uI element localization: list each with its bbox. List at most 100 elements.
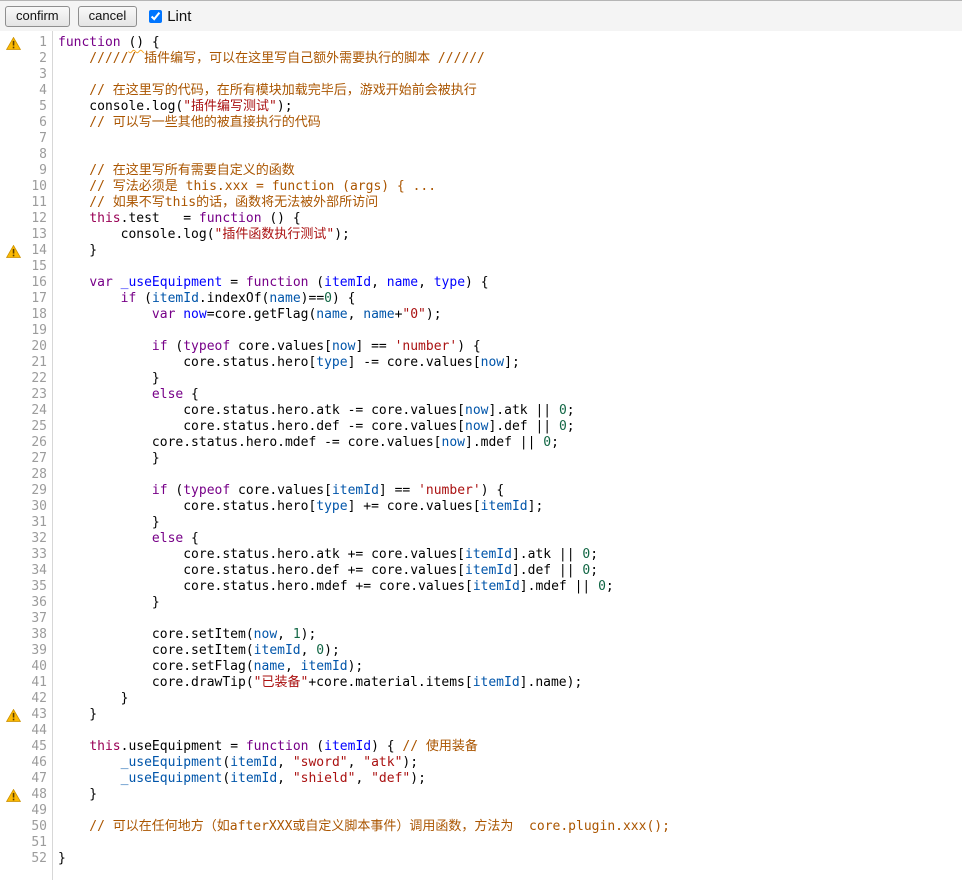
code-line[interactable]: 45 this.useEquipment = function (itemId)… <box>0 739 962 755</box>
code-line[interactable]: 42 } <box>0 691 962 707</box>
code-text: } <box>52 707 97 723</box>
code-line[interactable]: 27 } <box>0 451 962 467</box>
code-line[interactable]: 14 } <box>0 243 962 259</box>
line-number: 1 <box>26 35 52 51</box>
code-line[interactable]: 19 <box>0 323 962 339</box>
line-number: 3 <box>26 67 52 83</box>
code-lines: 1function () {2 ////// 插件编写，可以在这里写自己额外需要… <box>0 35 962 867</box>
marker-slot <box>0 563 26 579</box>
marker-slot <box>0 739 26 755</box>
code-text: console.log("插件编写测试"); <box>52 99 293 115</box>
warning-icon[interactable] <box>0 787 26 803</box>
line-number: 52 <box>26 851 52 867</box>
code-line[interactable]: 38 core.setItem(now, 1); <box>0 627 962 643</box>
line-number: 2 <box>26 51 52 67</box>
code-line[interactable]: 33 core.status.hero.atk += core.values[i… <box>0 547 962 563</box>
code-text: this.useEquipment = function (itemId) { … <box>52 739 478 755</box>
marker-slot <box>0 131 26 147</box>
line-number: 31 <box>26 515 52 531</box>
code-line[interactable]: 24 core.status.hero.atk -= core.values[n… <box>0 403 962 419</box>
code-line[interactable]: 25 core.status.hero.def -= core.values[n… <box>0 419 962 435</box>
code-line[interactable]: 30 core.status.hero[type] += core.values… <box>0 499 962 515</box>
code-text: core.status.hero[type] -= core.values[no… <box>52 355 520 371</box>
code-text: this.test = function () { <box>52 211 301 227</box>
code-line[interactable]: 46 _useEquipment(itemId, "sword", "atk")… <box>0 755 962 771</box>
code-line[interactable]: 11 // 如果不写this的话，函数将无法被外部所访问 <box>0 195 962 211</box>
code-line[interactable]: 6 // 可以写一些其他的被直接执行的代码 <box>0 115 962 131</box>
warning-icon[interactable] <box>0 243 26 259</box>
marker-slot <box>0 307 26 323</box>
code-line[interactable]: 1function () { <box>0 35 962 51</box>
cancel-button[interactable]: cancel <box>78 6 138 27</box>
marker-slot <box>0 643 26 659</box>
code-line[interactable]: 39 core.setItem(itemId, 0); <box>0 643 962 659</box>
code-line[interactable]: 34 core.status.hero.def += core.values[i… <box>0 563 962 579</box>
code-line[interactable]: 28 <box>0 467 962 483</box>
line-number: 7 <box>26 131 52 147</box>
code-line[interactable]: 8 <box>0 147 962 163</box>
code-line[interactable]: 18 var now=core.getFlag(name, name+"0"); <box>0 307 962 323</box>
code-line[interactable]: 15 <box>0 259 962 275</box>
code-line[interactable]: 36 } <box>0 595 962 611</box>
code-line[interactable]: 13 console.log("插件函数执行测试"); <box>0 227 962 243</box>
code-line[interactable]: 31 } <box>0 515 962 531</box>
code-line[interactable]: 43 } <box>0 707 962 723</box>
code-line[interactable]: 29 if (typeof core.values[itemId] == 'nu… <box>0 483 962 499</box>
marker-slot <box>0 835 26 851</box>
line-number: 46 <box>26 755 52 771</box>
code-line[interactable]: 20 if (typeof core.values[now] == 'numbe… <box>0 339 962 355</box>
code-editor[interactable]: 1function () {2 ////// 插件编写，可以在这里写自己额外需要… <box>0 31 962 880</box>
lint-checkbox[interactable] <box>149 10 162 23</box>
code-line[interactable]: 51 <box>0 835 962 851</box>
code-text: core.status.hero.mdef -= core.values[now… <box>52 435 559 451</box>
code-line[interactable]: 17 if (itemId.indexOf(name)==0) { <box>0 291 962 307</box>
marker-slot <box>0 467 26 483</box>
code-line[interactable]: 7 <box>0 131 962 147</box>
lint-label[interactable]: Lint <box>167 8 191 25</box>
code-line[interactable]: 35 core.status.hero.mdef += core.values[… <box>0 579 962 595</box>
code-line[interactable]: 4 // 在这里写的代码，在所有模块加载完毕后，游戏开始前会被执行 <box>0 83 962 99</box>
marker-slot <box>0 99 26 115</box>
code-line[interactable]: 37 <box>0 611 962 627</box>
marker-slot <box>0 803 26 819</box>
code-line[interactable]: 23 else { <box>0 387 962 403</box>
code-line[interactable]: 44 <box>0 723 962 739</box>
code-text: core.setItem(itemId, 0); <box>52 643 340 659</box>
code-line[interactable]: 10 // 写法必须是 this.xxx = function (args) {… <box>0 179 962 195</box>
marker-slot <box>0 323 26 339</box>
line-number: 45 <box>26 739 52 755</box>
code-line[interactable]: 2 ////// 插件编写，可以在这里写自己额外需要执行的脚本 ////// <box>0 51 962 67</box>
line-number: 32 <box>26 531 52 547</box>
marker-slot <box>0 291 26 307</box>
code-line[interactable]: 49 <box>0 803 962 819</box>
code-line[interactable]: 16 var _useEquipment = function (itemId,… <box>0 275 962 291</box>
code-line[interactable]: 52} <box>0 851 962 867</box>
code-line[interactable]: 48 } <box>0 787 962 803</box>
line-number: 44 <box>26 723 52 739</box>
code-line[interactable]: 21 core.status.hero[type] -= core.values… <box>0 355 962 371</box>
line-number: 10 <box>26 179 52 195</box>
code-line[interactable]: 3 <box>0 67 962 83</box>
code-text: _useEquipment(itemId, "shield", "def"); <box>52 771 426 787</box>
code-line[interactable]: 41 core.drawTip("已装备"+core.material.item… <box>0 675 962 691</box>
code-line[interactable]: 40 core.setFlag(name, itemId); <box>0 659 962 675</box>
code-line[interactable]: 22 } <box>0 371 962 387</box>
code-line[interactable]: 5 console.log("插件编写测试"); <box>0 99 962 115</box>
marker-slot <box>0 579 26 595</box>
code-line[interactable]: 47 _useEquipment(itemId, "shield", "def"… <box>0 771 962 787</box>
code-text: } <box>52 691 128 707</box>
code-text: var now=core.getFlag(name, name+"0"); <box>52 307 442 323</box>
warning-icon[interactable] <box>0 707 26 723</box>
line-number: 39 <box>26 643 52 659</box>
code-line[interactable]: 26 core.status.hero.mdef -= core.values[… <box>0 435 962 451</box>
warning-icon[interactable] <box>0 35 26 51</box>
confirm-button[interactable]: confirm <box>5 6 70 27</box>
code-line[interactable]: 9 // 在这里写所有需要自定义的函数 <box>0 163 962 179</box>
code-text: core.status.hero.def += core.values[item… <box>52 563 598 579</box>
code-line[interactable]: 12 this.test = function () { <box>0 211 962 227</box>
code-line[interactable]: 50 // 可以在任何地方（如afterXXX或自定义脚本事件）调用函数，方法为… <box>0 819 962 835</box>
code-line[interactable]: 32 else { <box>0 531 962 547</box>
marker-slot <box>0 371 26 387</box>
lint-toggle: Lint <box>149 8 191 25</box>
line-number: 47 <box>26 771 52 787</box>
